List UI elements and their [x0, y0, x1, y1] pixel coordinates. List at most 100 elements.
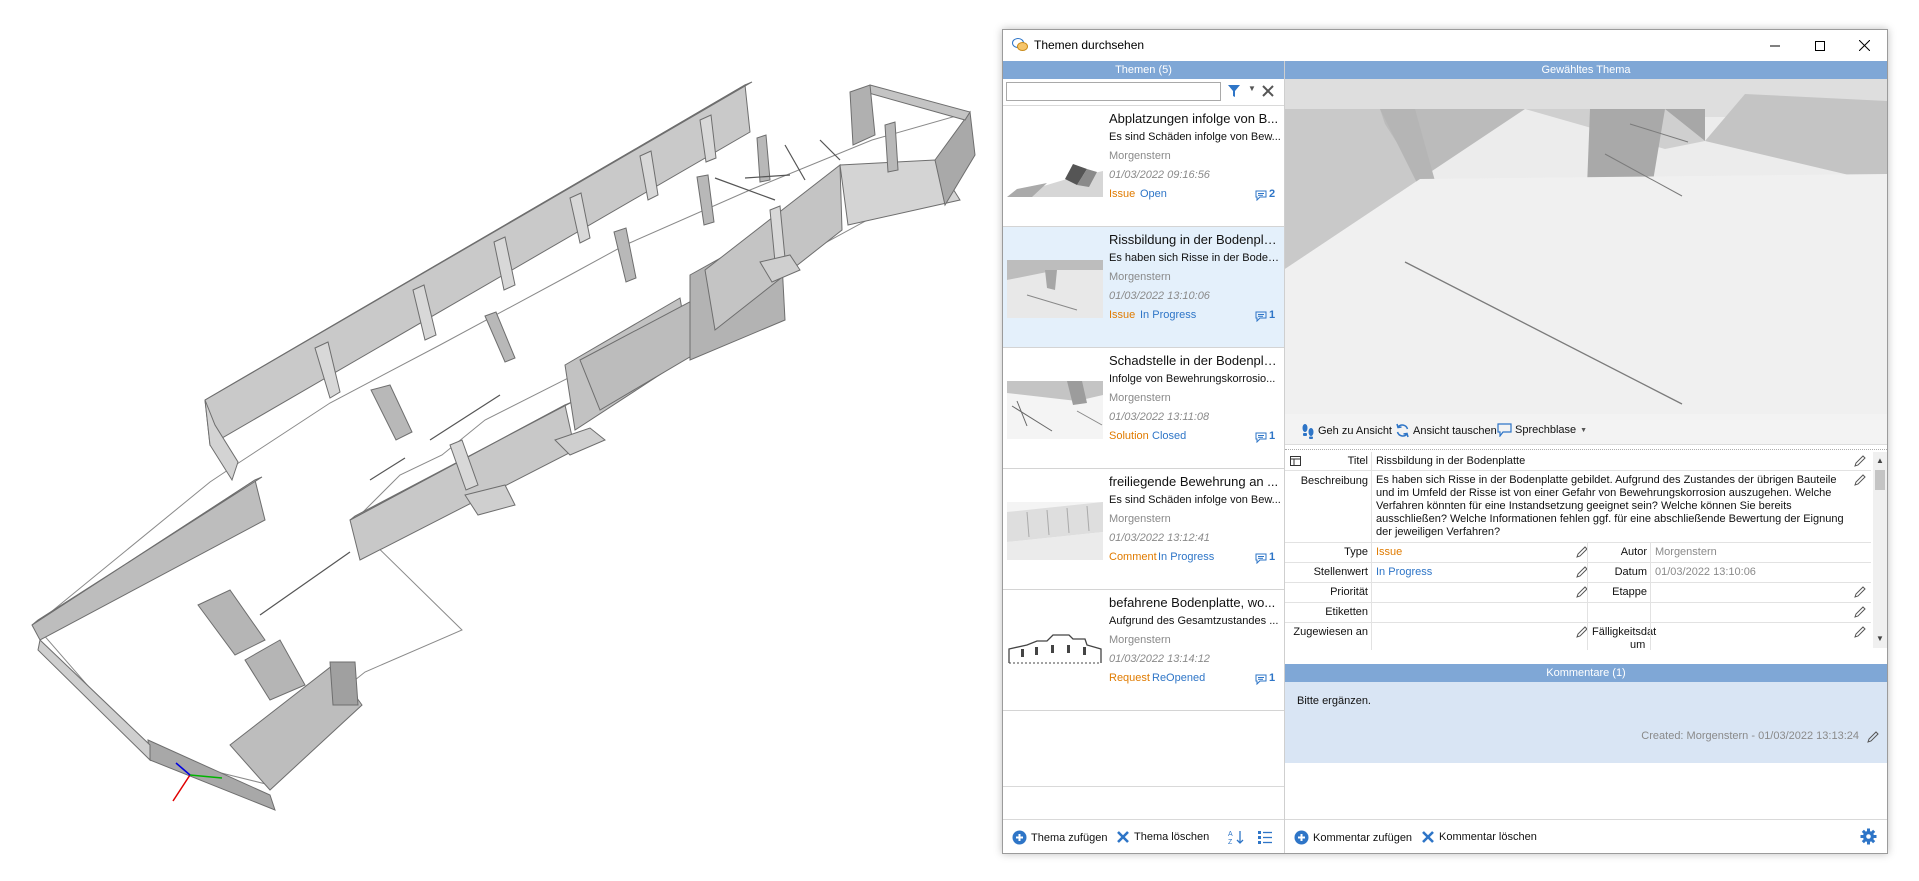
properties-scrollbar[interactable]: ▲ ▼	[1873, 452, 1887, 648]
description-label: Beschreibung	[1300, 475, 1368, 487]
column	[756, 134, 771, 183]
property-row-status: Stellenwert In Progress Datum 01/03/2022…	[1285, 563, 1871, 583]
maximize-icon	[1814, 40, 1825, 51]
property-row-type: Type Issue Autor Morgenstern	[1285, 543, 1871, 563]
gear-icon[interactable]	[1860, 828, 1877, 845]
x-icon	[1422, 831, 1434, 843]
topic-date: 01/03/2022 13:12:41	[1109, 532, 1210, 544]
comment-item[interactable]: Bitte ergänzen. Created: Morgenstern - 0…	[1285, 682, 1887, 763]
properties-grid: Titel Rissbildung in der Bodenplatte Bes…	[1285, 449, 1887, 650]
plus-circle-icon	[1012, 830, 1027, 845]
plus-circle-icon	[1294, 830, 1309, 845]
topic-status: In Progress	[1158, 551, 1215, 563]
priority-label: Priorität	[1330, 586, 1368, 598]
topic-type: Comment	[1109, 551, 1157, 563]
goto-view-button[interactable]: Geh zu Ansicht	[1301, 423, 1392, 439]
comments-header: Kommentare (1)	[1285, 664, 1887, 682]
topic-date: 01/03/2022 09:16:56	[1109, 169, 1210, 181]
topic-thumbnail	[1007, 623, 1103, 681]
model-viewport[interactable]	[0, 0, 1000, 881]
topics-pane: Themen (5) ▼ Abplatzungen infolge von B.…	[1003, 61, 1285, 853]
footsteps-icon	[1302, 424, 1314, 439]
topic-title: Abplatzungen infolge von B...	[1109, 111, 1279, 126]
topic-type: Issue	[1109, 188, 1136, 200]
topic-title: freiliegende Bewehrung an ...	[1109, 474, 1279, 489]
maximize-button[interactable]	[1797, 30, 1842, 61]
topic-thumbnail	[1007, 502, 1103, 560]
topic-type: Solution	[1109, 430, 1149, 442]
selected-topic-header: Gewähltes Thema	[1285, 61, 1887, 79]
topic-description: Infolge von Bewehrungskorrosio...	[1109, 373, 1276, 385]
topic-description: Es haben sich Risse in der Boden...	[1109, 252, 1281, 264]
topic-item[interactable]: befahrene Bodenplatte, wo... Aufgrund de…	[1003, 590, 1284, 711]
topic-item[interactable]: Schadstelle in der Bodenpla... Infolge v…	[1003, 348, 1284, 469]
delete-comment-label: Kommentar löschen	[1439, 831, 1537, 843]
property-row-assigned: Zugewiesen an Fälligkeitsdat um	[1285, 623, 1871, 650]
topic-thumbnail	[1007, 260, 1103, 318]
speech-bubble-dropdown[interactable]: Sprechblase ▼	[1497, 423, 1587, 437]
property-row-priority: Priorität Etappe	[1285, 583, 1871, 603]
edit-pencil-icon[interactable]	[1854, 586, 1866, 598]
topic-thumbnail	[1007, 381, 1103, 439]
title-label: Titel	[1347, 455, 1368, 467]
scroll-up-icon[interactable]: ▲	[1876, 456, 1884, 465]
edit-pencil-icon[interactable]	[1854, 474, 1866, 486]
close-icon	[1859, 40, 1870, 51]
description-value[interactable]: Es haben sich Risse in der Bodenplatte g…	[1376, 474, 1846, 539]
add-comment-button[interactable]: Kommentar zufügen	[1294, 830, 1412, 845]
filter-icon[interactable]	[1227, 84, 1241, 98]
sort-az-icon[interactable]: A Z	[1228, 829, 1246, 845]
topic-filter-input[interactable]	[1006, 82, 1221, 101]
due-date-label: Fälligkeitsdat	[1592, 626, 1657, 638]
date-label: Datum	[1614, 566, 1647, 578]
list-view-icon[interactable]	[1257, 829, 1273, 845]
comment-bubble-icon	[1255, 553, 1267, 564]
filter-dropdown-icon[interactable]: ▼	[1248, 84, 1256, 93]
swap-view-button[interactable]: Ansicht tauschen	[1395, 423, 1497, 438]
topic-comment-count: 1	[1269, 672, 1276, 684]
swap-view-label: Ansicht tauschen	[1413, 424, 1497, 437]
delete-topic-button[interactable]: Thema löschen	[1116, 830, 1209, 844]
grid-toggle-icon[interactable]	[1290, 456, 1301, 466]
topic-item[interactable]: Abplatzungen infolge von B... Es sind Sc…	[1003, 106, 1284, 227]
view-toolbar: Geh zu Ansicht Ansicht tauschen Sprechbl…	[1285, 414, 1887, 445]
comments-toolbar: Kommentar zufügen Kommentar löschen	[1285, 819, 1887, 854]
topics-toolbar: Thema zufügen Thema löschen A Z	[1003, 819, 1284, 854]
type-value[interactable]: Issue	[1376, 546, 1402, 558]
scroll-thumb[interactable]	[1875, 470, 1885, 490]
edit-pencil-icon[interactable]	[1867, 731, 1879, 743]
edit-pencil-icon[interactable]	[1854, 455, 1866, 467]
minimize-icon	[1769, 45, 1780, 46]
delete-topic-label: Thema löschen	[1134, 831, 1210, 843]
edit-pencil-icon[interactable]	[1854, 626, 1866, 638]
edit-pencil-icon[interactable]	[1854, 606, 1866, 618]
svg-text:A: A	[1228, 831, 1233, 838]
topic-status: ReOpened	[1152, 672, 1206, 684]
delete-comment-button[interactable]: Kommentar löschen	[1421, 830, 1537, 844]
clear-filter-icon[interactable]	[1261, 82, 1275, 98]
scroll-down-icon[interactable]: ▼	[1876, 634, 1884, 643]
comment-meta: Created: Morgenstern - 01/03/2022 13:13:…	[1641, 730, 1859, 742]
author-value: Morgenstern	[1655, 546, 1717, 558]
speech-bubble-label: Sprechblase	[1515, 424, 1577, 436]
topic-item[interactable]: freiliegende Bewehrung an ... Es sind Sc…	[1003, 469, 1284, 590]
topic-description: Es sind Schäden infolge von Bew...	[1109, 131, 1281, 143]
topic-snapshot-image[interactable]	[1285, 79, 1887, 414]
topic-description: Es sind Schäden infolge von Bew...	[1109, 494, 1281, 506]
due-date-label-wrap: um	[1630, 639, 1646, 650]
topic-author: Morgenstern	[1109, 150, 1171, 162]
topic-date: 01/03/2022 13:10:06	[1109, 290, 1210, 302]
review-topics-window: Themen durchsehen Themen (5) ▼ Abplatzun…	[1002, 29, 1888, 854]
status-value[interactable]: In Progress	[1376, 566, 1432, 578]
add-topic-button[interactable]: Thema zufügen	[1012, 830, 1107, 845]
minimize-button[interactable]	[1752, 30, 1797, 61]
topic-date: 01/03/2022 13:11:08	[1109, 411, 1210, 423]
topic-type: Issue	[1109, 309, 1136, 321]
comment-text: Bitte ergänzen.	[1297, 695, 1371, 707]
add-comment-label: Kommentar zufügen	[1313, 831, 1413, 844]
topic-title: Rissbildung in der Bodenpla...	[1109, 232, 1281, 247]
close-button[interactable]	[1842, 30, 1887, 61]
topic-comment-count: 2	[1269, 188, 1276, 200]
topic-item-selected[interactable]: Rissbildung in der Bodenpla... Es haben …	[1003, 227, 1284, 348]
title-value[interactable]: Rissbildung in der Bodenplatte	[1376, 455, 1525, 467]
